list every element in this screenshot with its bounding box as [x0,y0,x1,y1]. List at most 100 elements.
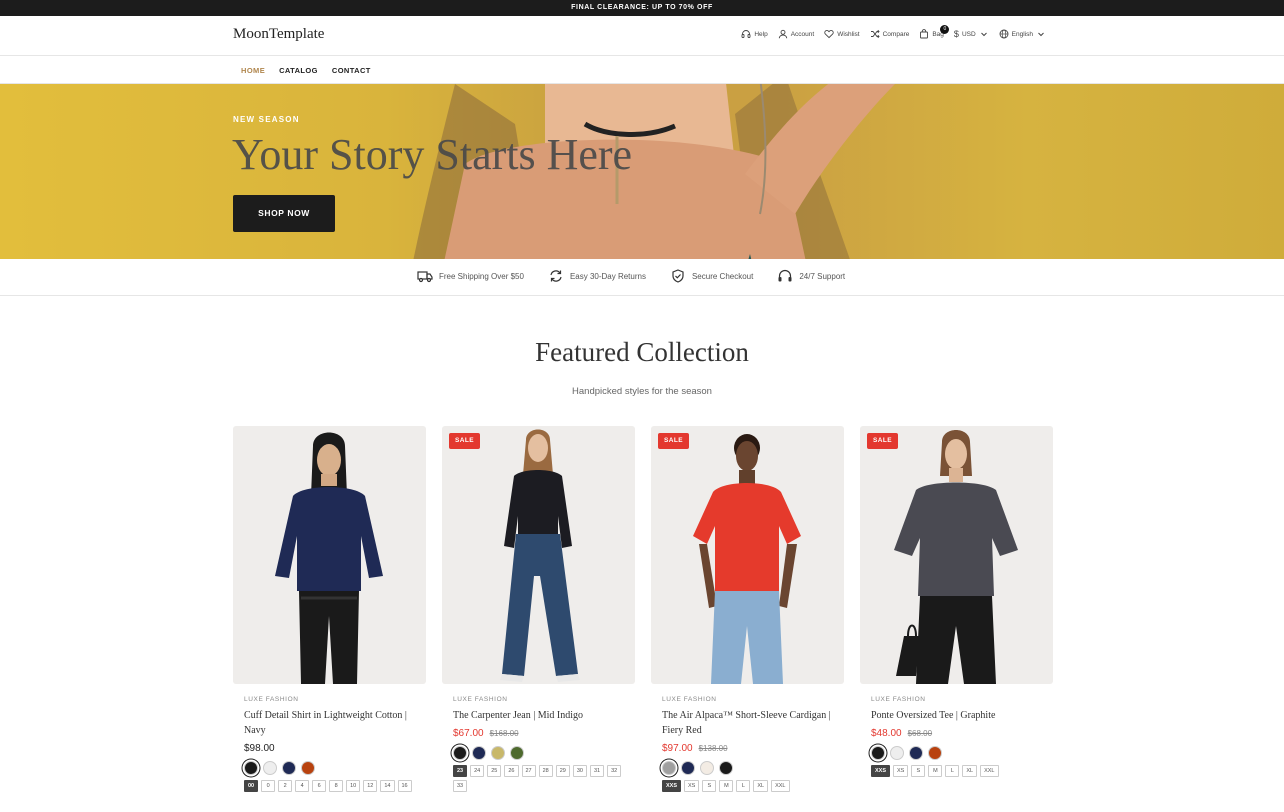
color-swatch-grey[interactable] [662,761,676,775]
feature-label: 24/7 Support [799,271,846,281]
product-image[interactable] [233,426,426,684]
compare-label: Compare [882,30,910,38]
size-option[interactable]: 16 [397,780,412,792]
size-option[interactable]: S [702,780,717,792]
size-option[interactable]: L [736,780,751,792]
hero-title: Your Story Starts Here [232,130,633,179]
size-option[interactable]: 23 [453,765,468,777]
product-brand: LUXE FASHION [453,696,508,703]
language-selector[interactable]: English [999,29,1046,39]
feature-label: Free Shipping Over $50 [439,271,524,281]
feature-shipping: Free Shipping Over $50 [417,269,524,283]
product-image[interactable]: SALE [860,426,1053,684]
color-swatch-black[interactable] [244,761,258,775]
color-swatch-rust[interactable] [301,761,315,775]
size-option[interactable]: 10 [346,780,361,792]
nav-contact[interactable]: CONTACT [332,66,371,75]
features-bar: Free Shipping Over $50 Easy 30-Day Retur… [0,259,1284,296]
size-option[interactable]: 0 [261,780,276,792]
compare-link[interactable]: Compare [870,29,910,39]
color-swatch-white[interactable] [890,746,904,760]
color-swatch-olive[interactable] [510,746,524,760]
currency-selector[interactable]: $ USD [954,29,989,39]
color-swatch-black[interactable] [453,746,467,760]
size-option[interactable]: 25 [487,765,502,777]
size-option[interactable]: 32 [607,765,622,777]
nav-home[interactable]: HOME [241,66,265,75]
product-card[interactable]: SALE LUXE FASHION The Carpenter Jean | M… [442,426,635,792]
truck-icon [417,271,433,283]
account-link[interactable]: Account [778,29,814,39]
wishlist-link[interactable]: Wishlist [824,29,860,39]
size-option[interactable]: XS [893,765,909,777]
color-swatch-navy[interactable] [472,746,486,760]
size-option[interactable]: XXL [771,780,790,792]
color-swatch-navy[interactable] [681,761,695,775]
nav-catalog[interactable]: CATALOG [279,66,318,75]
size-option[interactable]: 8 [329,780,344,792]
bag-link[interactable]: Bag 0 [919,25,950,39]
color-swatch-navy[interactable] [909,746,923,760]
color-swatch-navy[interactable] [282,761,296,775]
size-option[interactable]: 33 [453,780,468,792]
site-header: MoonTemplate Help Account Wishlist Compa… [0,16,1284,56]
product-name[interactable]: Cuff Detail Shirt in Lightweight Cotton … [244,708,418,738]
bag-icon [920,29,929,39]
product-card[interactable]: SALE LUXE FASHION The Air Alpaca™ Short-… [651,426,844,792]
size-option[interactable]: XXL [980,765,999,777]
product-price: $97.00 [662,743,693,754]
logo[interactable]: MoonTemplate [233,26,324,43]
help-label: Help [754,30,768,38]
size-option[interactable]: L [945,765,960,777]
size-option[interactable]: XL [962,765,978,777]
hero-banner: NEW SEASON Your Story Starts Here SHOP N… [0,84,1284,259]
size-option[interactable]: 4 [295,780,310,792]
size-option[interactable]: 24 [470,765,485,777]
size-option[interactable]: 14 [380,780,395,792]
size-option[interactable]: S [911,765,926,777]
announcement-bar: FINAL CLEARANCE: UP TO 70% OFF [0,0,1284,16]
feature-label: Secure Checkout [691,271,754,281]
size-option[interactable]: 29 [555,765,570,777]
size-option[interactable]: XXS [662,780,682,792]
product-brand: LUXE FASHION [244,696,299,703]
size-option[interactable]: 00 [244,780,259,792]
size-option[interactable]: 28 [538,765,553,777]
size-option[interactable]: XXS [871,765,891,777]
product-image[interactable]: SALE [651,426,844,684]
size-option[interactable]: 27 [521,765,536,777]
color-swatch-khaki[interactable] [491,746,505,760]
product-photo [894,430,1018,684]
color-swatch-white[interactable] [263,761,277,775]
section-subtitle: Handpicked styles for the season [572,386,712,397]
help-link[interactable]: Help [741,29,768,39]
product-name[interactable]: The Air Alpaca™ Short-Sleeve Cardigan | … [662,708,836,738]
product-image[interactable]: SALE [442,426,635,684]
returns-icon [550,270,562,282]
product-price: $98.00 [244,743,275,754]
product-name[interactable]: The Carpenter Jean | Mid Indigo [453,708,627,723]
shop-now-button[interactable]: SHOP NOW [233,195,335,232]
hero-eyebrow: NEW SEASON [233,115,300,124]
size-option[interactable]: XS [684,780,700,792]
size-options: 00 0 2 4 6 8 10 12 14 16 [244,780,424,792]
color-swatch-cream[interactable] [700,761,714,775]
size-option[interactable]: 26 [504,765,519,777]
size-option[interactable]: 6 [312,780,327,792]
color-swatches [244,761,426,775]
color-swatch-rust[interactable] [928,746,942,760]
product-card[interactable]: SALE LUXE FASHION Ponte Oversized Tee | … [860,426,1053,777]
size-option[interactable]: 30 [572,765,587,777]
size-option[interactable]: M [928,765,943,777]
sale-badge: SALE [867,433,898,449]
product-name[interactable]: Ponte Oversized Tee | Graphite [871,708,1045,723]
color-swatch-black[interactable] [871,746,885,760]
size-option[interactable]: 2 [278,780,293,792]
size-option[interactable]: XL [753,780,769,792]
size-option[interactable]: 31 [590,765,605,777]
color-swatch-black[interactable] [719,761,733,775]
color-swatches [662,761,844,775]
size-option[interactable]: M [719,780,734,792]
product-card[interactable]: LUXE FASHION Cuff Detail Shirt in Lightw… [233,426,426,792]
size-option[interactable]: 12 [363,780,378,792]
